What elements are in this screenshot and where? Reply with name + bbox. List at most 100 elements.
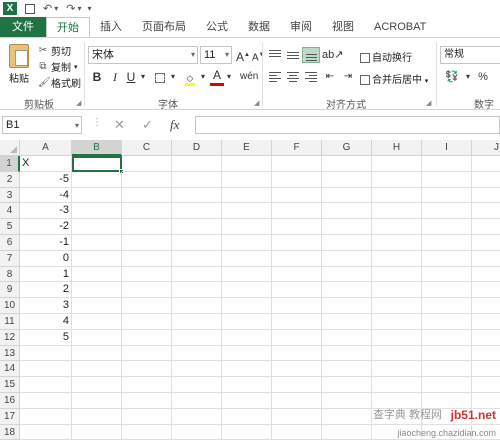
cell-f18[interactable] xyxy=(272,424,322,441)
column-header-j[interactable]: J xyxy=(472,140,500,156)
cell-c5[interactable] xyxy=(122,219,172,235)
cell-a9[interactable]: 2 xyxy=(20,282,72,299)
save-icon[interactable] xyxy=(25,3,35,14)
row-header-12[interactable]: 12 xyxy=(0,329,20,346)
cell-e12[interactable] xyxy=(222,329,272,346)
cell-g2[interactable] xyxy=(322,171,372,188)
cell-b5[interactable] xyxy=(72,219,122,235)
tab-view[interactable]: 视图 xyxy=(322,17,364,37)
merge-dropdown-icon[interactable]: ▾ xyxy=(425,78,429,85)
cell-i1[interactable] xyxy=(422,156,472,172)
cell-h5[interactable] xyxy=(372,219,422,235)
cell-c8[interactable] xyxy=(122,266,172,283)
cell-f14[interactable] xyxy=(272,361,322,378)
cell-c10[interactable] xyxy=(122,298,172,314)
font-color-dropdown-icon[interactable]: ▾ xyxy=(224,68,234,86)
underline-dropdown-icon[interactable]: ▾ xyxy=(138,68,148,86)
cell-i6[interactable] xyxy=(422,235,472,251)
tab-formulas[interactable]: 公式 xyxy=(196,17,238,37)
cell-j2[interactable] xyxy=(472,172,500,188)
row-header-11[interactable]: 11 xyxy=(0,314,20,330)
cell-h3[interactable] xyxy=(372,187,422,204)
row-header-17[interactable]: 17 xyxy=(0,408,20,425)
cell-a5[interactable]: -2 xyxy=(20,219,72,235)
cell-f13[interactable] xyxy=(272,345,322,362)
tab-page-layout[interactable]: 页面布局 xyxy=(132,17,196,37)
cell-f12[interactable] xyxy=(272,329,322,346)
cell-a8[interactable]: 1 xyxy=(20,266,72,283)
cell-c3[interactable] xyxy=(122,187,172,204)
cell-i13[interactable] xyxy=(422,345,472,362)
row-header-4[interactable]: 4 xyxy=(0,203,20,220)
cell-f3[interactable] xyxy=(272,187,322,204)
cell-j4[interactable] xyxy=(472,203,500,220)
bold-button[interactable]: B xyxy=(90,68,104,86)
cell-b11[interactable] xyxy=(72,314,122,330)
cell-d9[interactable] xyxy=(172,282,222,299)
row-header-9[interactable]: 9 xyxy=(0,282,20,299)
percent-button[interactable]: % xyxy=(476,68,490,86)
cell-e6[interactable] xyxy=(222,235,272,251)
grow-font-button[interactable]: A▲ xyxy=(236,46,250,64)
cell-a16[interactable] xyxy=(20,393,72,409)
cell-a18[interactable] xyxy=(20,424,72,441)
cell-e5[interactable] xyxy=(222,219,272,235)
cell-e9[interactable] xyxy=(222,282,272,299)
tab-data[interactable]: 数据 xyxy=(238,17,280,37)
cell-a12[interactable]: 5 xyxy=(20,329,72,346)
cell-d2[interactable] xyxy=(172,171,222,188)
cell-b8[interactable] xyxy=(72,266,122,283)
cell-f16[interactable] xyxy=(272,393,322,409)
cell-e1[interactable] xyxy=(222,156,272,172)
row-header-5[interactable]: 5 xyxy=(0,219,20,235)
clipboard-launcher-icon[interactable]: ◢ xyxy=(76,99,81,107)
cell-e2[interactable] xyxy=(222,171,272,188)
cell-h10[interactable] xyxy=(372,298,422,314)
row-header-15[interactable]: 15 xyxy=(0,377,20,393)
cell-b13[interactable] xyxy=(72,345,122,362)
cell-g10[interactable] xyxy=(322,298,372,314)
cell-f10[interactable] xyxy=(272,298,322,314)
cell-j7[interactable] xyxy=(472,251,500,267)
cell-i8[interactable] xyxy=(422,266,472,283)
phonetic-button[interactable]: wén xyxy=(240,68,258,86)
cell-c18[interactable] xyxy=(122,424,172,441)
cell-d4[interactable] xyxy=(172,203,222,220)
accounting-dropdown-icon[interactable]: ▾ xyxy=(464,68,472,86)
row-header-1[interactable]: 1 xyxy=(0,156,20,172)
cell-b3[interactable] xyxy=(72,187,122,204)
paste-button[interactable]: 粘贴 xyxy=(6,44,32,90)
cell-a1[interactable]: X xyxy=(20,156,72,172)
cell-a14[interactable] xyxy=(20,361,72,378)
cell-f11[interactable] xyxy=(272,314,322,330)
cell-d10[interactable] xyxy=(172,298,222,314)
tab-file[interactable]: 文件 xyxy=(0,17,46,37)
increase-indent-button[interactable]: ⇥ xyxy=(340,68,356,86)
fill-color-dropdown-icon[interactable]: ▾ xyxy=(198,68,208,86)
tab-insert[interactable]: 插入 xyxy=(90,17,132,37)
row-header-16[interactable]: 16 xyxy=(0,393,20,409)
cell-g1[interactable] xyxy=(322,156,372,172)
cell-f15[interactable] xyxy=(272,377,322,393)
cell-b9[interactable] xyxy=(72,282,122,299)
insert-function-icon[interactable]: fx xyxy=(170,117,179,133)
number-format-select[interactable]: 常规 xyxy=(440,46,500,64)
cell-f5[interactable] xyxy=(272,219,322,235)
cell-e11[interactable] xyxy=(222,314,272,330)
cell-e13[interactable] xyxy=(222,345,272,362)
cell-d5[interactable] xyxy=(172,219,222,235)
row-header-2[interactable]: 2 xyxy=(0,171,20,188)
cell-c6[interactable] xyxy=(122,235,172,251)
cell-d12[interactable] xyxy=(172,329,222,346)
orientation-button[interactable]: ab↗ xyxy=(322,46,343,64)
cell-d15[interactable] xyxy=(172,377,222,393)
cell-i7[interactable] xyxy=(422,250,472,267)
cell-i11[interactable] xyxy=(422,314,472,330)
column-header-e[interactable]: E xyxy=(222,140,272,156)
cell-a4[interactable]: -3 xyxy=(20,203,72,220)
cell-j1[interactable] xyxy=(472,156,500,172)
row-header-10[interactable]: 10 xyxy=(0,298,20,314)
cell-i10[interactable] xyxy=(422,298,472,314)
merge-center-button[interactable]: 合并后居中 ▾ xyxy=(360,71,428,86)
decrease-indent-button[interactable]: ⇤ xyxy=(322,68,338,86)
